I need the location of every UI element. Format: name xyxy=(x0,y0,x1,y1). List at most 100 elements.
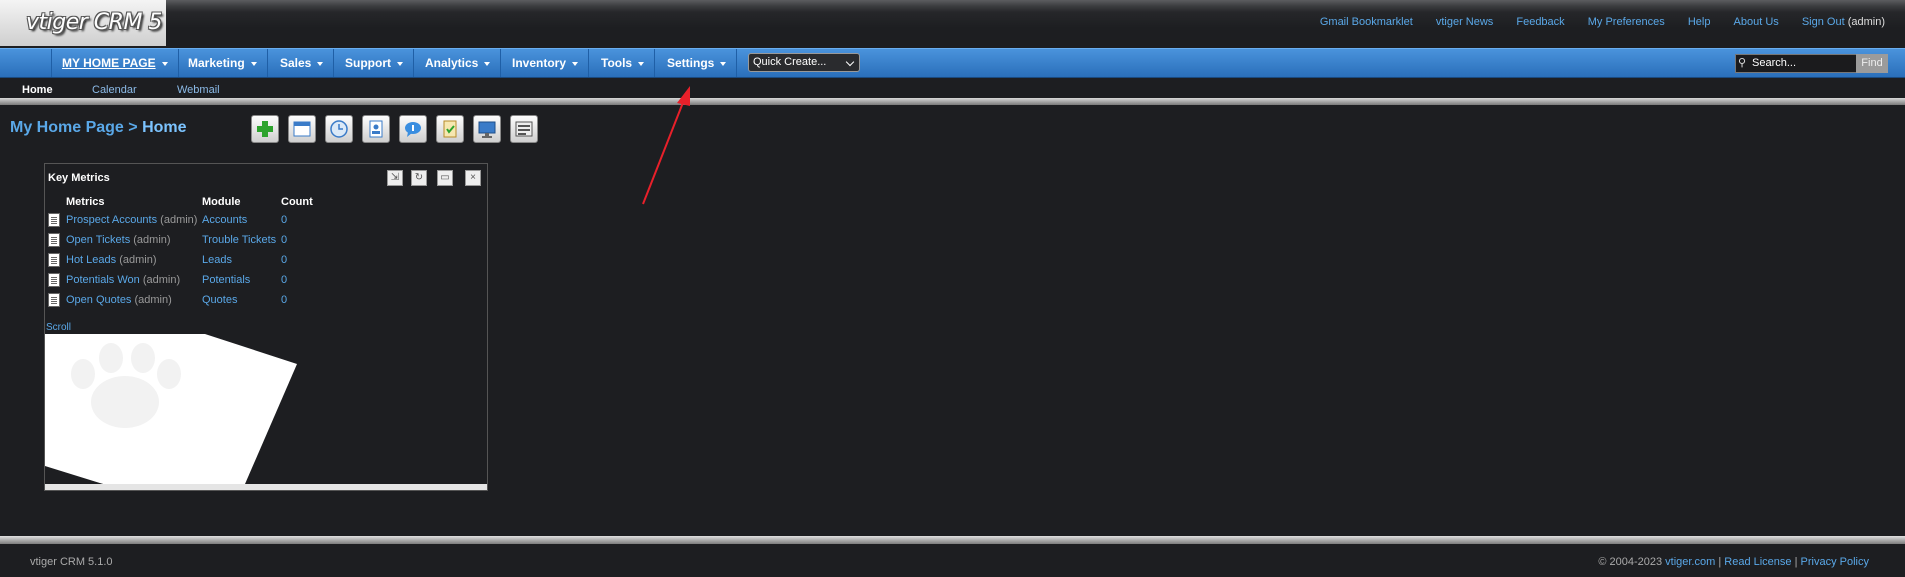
nav-marketing[interactable]: Marketing xyxy=(178,49,268,77)
sub-nav: Home Calendar Webmail xyxy=(0,78,1905,100)
footer: vtiger CRM 5.1.0 © 2004-2023 vtiger.com … xyxy=(0,544,1905,577)
metric-link[interactable]: Hot Leads xyxy=(66,254,116,266)
count-link[interactable]: 0 xyxy=(281,254,287,266)
add-icon[interactable] xyxy=(251,115,279,143)
calendar-icon[interactable] xyxy=(288,115,316,143)
subnav-home[interactable]: Home xyxy=(22,84,53,96)
subnav-webmail[interactable]: Webmail xyxy=(177,84,220,96)
document-icon xyxy=(48,233,60,247)
current-user: (admin) xyxy=(1847,16,1885,28)
module-link[interactable]: Quotes xyxy=(202,294,237,306)
resize-icon[interactable]: ⇲ xyxy=(387,170,403,186)
edit-icon[interactable]: ▭ xyxy=(437,170,453,186)
count-link[interactable]: 0 xyxy=(281,234,287,246)
notes-icon[interactable] xyxy=(510,115,538,143)
module-link[interactable]: Leads xyxy=(202,254,232,266)
search-placeholder: Search... xyxy=(1752,57,1797,69)
help-link[interactable]: Help xyxy=(1688,16,1711,28)
monitor-icon[interactable] xyxy=(473,115,501,143)
breadcrumb-root[interactable]: My Home Page xyxy=(10,119,124,136)
divider xyxy=(0,98,1905,105)
column-header-count: Count xyxy=(281,196,313,208)
module-link[interactable]: Accounts xyxy=(202,214,247,226)
document-icon xyxy=(48,293,60,307)
clock-icon[interactable] xyxy=(325,115,353,143)
count-link[interactable]: 0 xyxy=(281,214,287,226)
subnav-calendar[interactable]: Calendar xyxy=(92,84,137,96)
main-nav: MY HOME PAGE Marketing Sales Support Ana… xyxy=(0,48,1905,78)
nav-sales[interactable]: Sales xyxy=(270,49,335,77)
column-header-module: Module xyxy=(202,196,241,208)
breadcrumb-separator: > xyxy=(128,119,138,136)
footer-links: © 2004-2023 vtiger.com | Read License | … xyxy=(1598,556,1869,568)
document-icon xyxy=(48,273,60,287)
widget-title: Key Metrics xyxy=(48,172,110,184)
caret-down-icon xyxy=(250,61,257,66)
vtiger-news-link[interactable]: vtiger News xyxy=(1436,16,1493,28)
top-links: Gmail Bookmarklet vtiger News Feedback M… xyxy=(1300,16,1885,28)
caret-down-icon xyxy=(484,61,491,66)
nav-label: Settings xyxy=(667,56,715,70)
key-metrics-widget: Key Metrics ⇲ ↻ ▭ × Metrics Module Count… xyxy=(44,163,488,491)
nav-settings[interactable]: Settings xyxy=(657,49,738,77)
metric-link[interactable]: Open Tickets xyxy=(66,234,130,246)
nav-label: Inventory xyxy=(512,56,567,70)
nav-support[interactable]: Support xyxy=(335,49,414,77)
table-row: Hot Leads (admin) Leads 0 xyxy=(45,250,487,270)
quick-create-value: Quick Create... xyxy=(753,56,827,68)
my-preferences-link[interactable]: My Preferences xyxy=(1588,16,1665,28)
table-row: Potentials Won (admin) Potentials 0 xyxy=(45,270,487,290)
caret-down-icon xyxy=(397,61,403,66)
privacy-policy-link[interactable]: Privacy Policy xyxy=(1801,556,1869,568)
nav-label: Support xyxy=(345,56,391,70)
metric-link[interactable]: Potentials Won xyxy=(66,274,140,286)
chevron-down-icon xyxy=(845,57,855,67)
read-license-link[interactable]: Read License xyxy=(1724,556,1791,568)
document-icon xyxy=(48,213,60,227)
quick-create-select[interactable]: Quick Create... xyxy=(748,53,860,72)
nav-my-home-page[interactable]: MY HOME PAGE xyxy=(51,49,179,77)
metric-owner: (admin) xyxy=(119,254,157,266)
table-row: Open Quotes (admin) Quotes 0 xyxy=(45,290,487,310)
footer-separator: | xyxy=(1794,556,1798,568)
refresh-icon[interactable]: ↻ xyxy=(411,170,427,186)
nav-inventory[interactable]: Inventory xyxy=(502,49,590,77)
caret-down-icon xyxy=(161,61,168,66)
scroll-link[interactable]: Scroll xyxy=(46,322,71,333)
table-row: Open Tickets (admin) Trouble Tickets 0 xyxy=(45,230,487,250)
search-input[interactable]: ⚲ Search... xyxy=(1735,54,1857,73)
about-us-link[interactable]: About Us xyxy=(1734,16,1779,28)
widget-footer-bar xyxy=(45,484,487,490)
close-icon[interactable]: × xyxy=(465,170,481,186)
footer-divider xyxy=(0,536,1905,544)
nav-label: MY HOME PAGE xyxy=(62,56,156,70)
sign-out-link[interactable]: Sign Out xyxy=(1802,16,1845,28)
logo-area: vtiger CRM 5 xyxy=(0,0,166,46)
module-link[interactable]: Potentials xyxy=(202,274,250,286)
module-link[interactable]: Trouble Tickets xyxy=(202,234,276,246)
nav-label: Marketing xyxy=(188,56,245,70)
find-button[interactable]: Find xyxy=(1856,54,1888,73)
contacts-icon[interactable] xyxy=(362,115,390,143)
feedback-link[interactable]: Feedback xyxy=(1516,16,1564,28)
chat-icon[interactable] xyxy=(399,115,427,143)
column-header-metrics: Metrics xyxy=(66,196,105,208)
checklist-icon[interactable] xyxy=(436,115,464,143)
caret-down-icon xyxy=(572,61,579,66)
count-link[interactable]: 0 xyxy=(281,274,287,286)
gmail-bookmarklet-link[interactable]: Gmail Bookmarklet xyxy=(1320,16,1413,28)
nav-analytics[interactable]: Analytics xyxy=(415,49,502,77)
version-text: vtiger CRM 5.1.0 xyxy=(30,556,113,568)
metric-link[interactable]: Open Quotes xyxy=(66,294,131,306)
footer-separator: | xyxy=(1718,556,1722,568)
table-row: Prospect Accounts (admin) Accounts 0 xyxy=(45,210,487,230)
metric-owner: (admin) xyxy=(142,274,181,286)
header: vtiger CRM 5 Gmail Bookmarklet vtiger Ne… xyxy=(0,0,1905,48)
metric-link[interactable]: Prospect Accounts xyxy=(66,214,157,226)
paw-watermark-image xyxy=(45,334,297,484)
count-link[interactable]: 0 xyxy=(281,294,287,306)
site-link[interactable]: vtiger.com xyxy=(1665,556,1715,568)
nav-tools[interactable]: Tools xyxy=(591,49,656,77)
document-icon xyxy=(48,253,60,267)
metric-owner: (admin) xyxy=(134,294,172,306)
